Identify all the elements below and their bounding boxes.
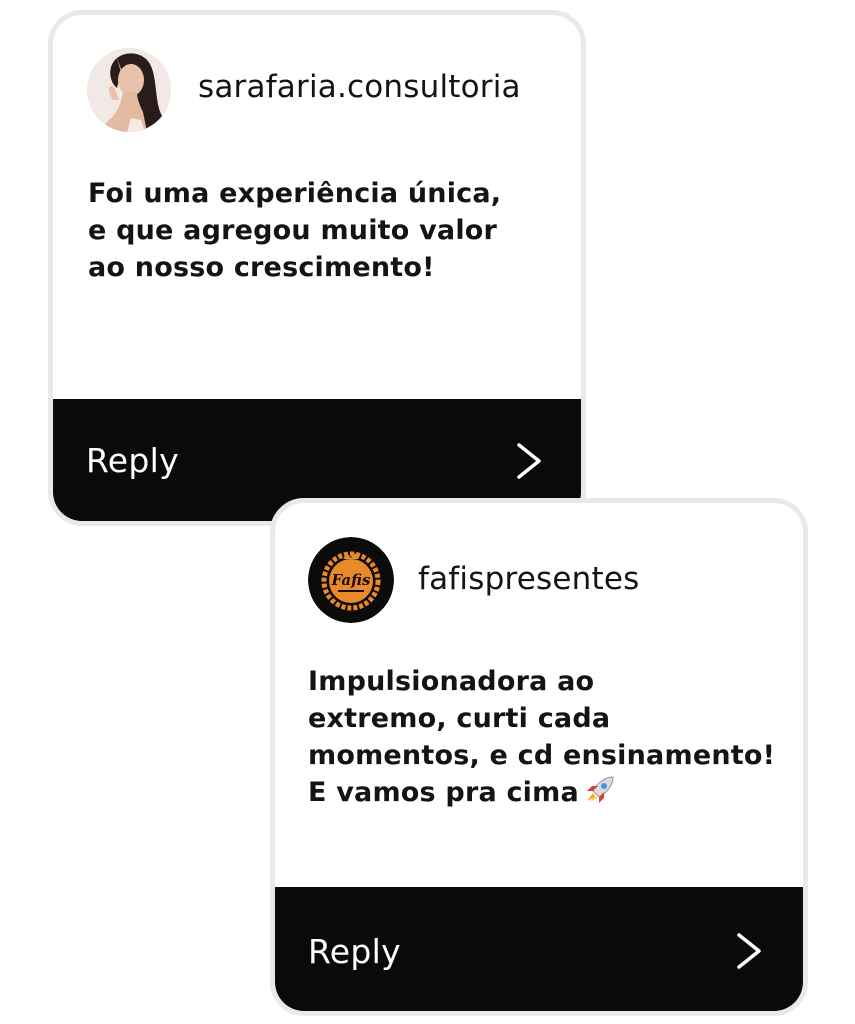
comment-card-fafispresentes: Fafis fafispresentes Impulsionadora ao e… [270, 498, 808, 1016]
reply-label: Reply [308, 932, 401, 971]
woman-portrait-icon [87, 48, 171, 132]
reply-label: Reply [86, 441, 179, 480]
comment-header: Fafis fafispresentes [275, 503, 803, 653]
logo-text: Fafis [331, 571, 371, 589]
chevron-right-icon [737, 933, 761, 969]
reply-button[interactable]: Reply [275, 887, 803, 1011]
comment-header: sarafaria.consultoria [53, 15, 581, 165]
avatar-logo[interactable]: Fafis [308, 537, 394, 623]
rocket-icon [586, 776, 614, 803]
username[interactable]: fafispresentes [418, 561, 639, 597]
comment-text: Impulsionadora ao extremo, curti cada mo… [308, 663, 803, 811]
chevron-right-icon [517, 443, 541, 479]
avatar-profile-photo[interactable] [87, 48, 171, 132]
comment-card-sarafaria: sarafaria.consultoria Foi uma experiênci… [48, 10, 586, 526]
comment-text: Foi uma experiência única, e que agregou… [88, 178, 502, 283]
comment-text-body: Impulsionadora ao extremo, curti cada mo… [308, 666, 776, 808]
username[interactable]: sarafaria.consultoria [198, 69, 521, 105]
fafis-logo-icon: Fafis [308, 537, 394, 623]
